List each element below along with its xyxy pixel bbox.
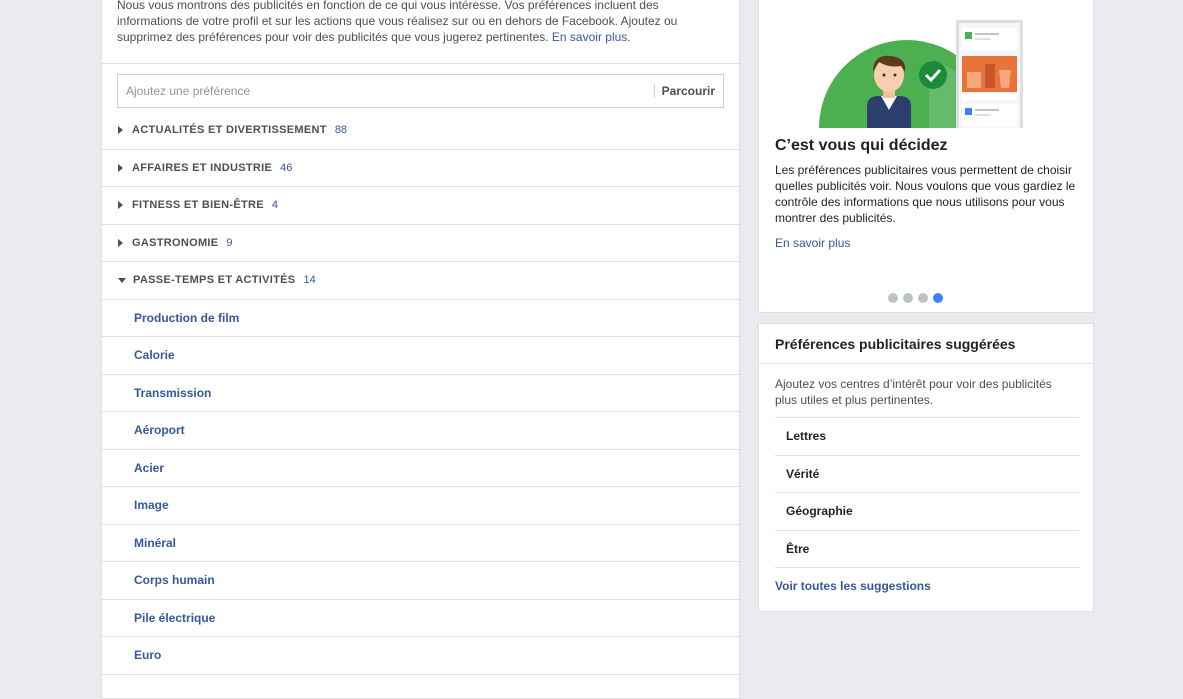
intro-section: Nous vous montrons des publicités en fon… xyxy=(102,0,739,64)
category-count: 9 xyxy=(226,236,233,249)
carousel-dots xyxy=(888,293,943,303)
triangle-down-icon xyxy=(118,277,126,283)
category-label: AFFAIRES ET INDUSTRIE xyxy=(132,161,273,174)
preference-item[interactable]: Image xyxy=(102,487,739,525)
preference-item[interactable]: Aéroport xyxy=(102,412,739,450)
carousel-dot-active[interactable] xyxy=(933,293,943,303)
category-hobbies-activities[interactable]: PASSE-TEMPS ET ACTIVITÉS 14 xyxy=(102,262,739,300)
ad-preferences-panel: Nous vous montrons des publicités en fon… xyxy=(101,0,740,699)
suggestion-item[interactable]: Vérité xyxy=(775,456,1079,493)
triangle-right-icon xyxy=(118,163,123,172)
preference-item[interactable]: Acier xyxy=(102,450,739,487)
preference-item[interactable]: Production de film xyxy=(102,300,739,337)
category-fitness-wellness[interactable]: FITNESS ET BIEN-ÊTRE 4 xyxy=(102,187,739,225)
suggestion-item[interactable]: Lettres xyxy=(775,418,1079,456)
category-label: GASTRONOMIE xyxy=(132,236,219,249)
suggestion-item[interactable]: Géographie xyxy=(775,493,1079,531)
search-box: Parcourir xyxy=(117,74,724,108)
category-label: ACTUALITÉS ET DIVERTISSEMENT xyxy=(132,124,327,137)
preference-search-input[interactable] xyxy=(118,75,654,107)
promo-card: C’est vous qui décidez Les préférences p… xyxy=(758,0,1094,313)
category-count: 4 xyxy=(271,199,279,212)
triangle-right-icon xyxy=(118,238,123,247)
suggestion-item[interactable]: Être xyxy=(775,531,1079,568)
promo-title: C’est vous qui décidez xyxy=(775,137,948,154)
category-count: 88 xyxy=(334,124,348,137)
carousel-dot[interactable] xyxy=(903,293,913,303)
promo-description: Les préférences publicitaires vous perme… xyxy=(775,163,1076,225)
suggestions-description: Ajoutez vos centres d’intérêt pour voir … xyxy=(775,364,1079,418)
category-business-industry[interactable]: AFFAIRES ET INDUSTRIE 46 xyxy=(102,150,739,187)
suggestions-title: Préférences publicitaires suggérées xyxy=(759,324,1093,364)
search-section: Parcourir xyxy=(102,64,739,112)
user-control-illustration xyxy=(819,20,1023,128)
category-food[interactable]: GASTRONOMIE 9 xyxy=(102,225,739,262)
preference-item[interactable]: Transmission xyxy=(102,375,739,412)
category-count: 14 xyxy=(303,274,316,287)
category-label: PASSE-TEMPS ET ACTIVITÉS xyxy=(133,274,296,287)
preference-item[interactable]: Minéral xyxy=(102,525,739,562)
triangle-right-icon xyxy=(118,126,123,135)
category-news-entertainment[interactable]: ACTUALITÉS ET DIVERTISSEMENT 88 xyxy=(102,112,739,150)
promo-learn-more-link[interactable]: En savoir plus xyxy=(775,236,850,250)
intro-paragraph: Nous vous montrons des publicités en fon… xyxy=(117,0,724,45)
carousel-dot[interactable] xyxy=(888,293,898,303)
triangle-right-icon xyxy=(118,201,123,210)
suggested-preferences-card: Préférences publicitaires suggérées Ajou… xyxy=(758,323,1094,612)
carousel-dot[interactable] xyxy=(918,293,928,303)
preference-item[interactable]: Corps humain xyxy=(102,562,739,600)
browse-button[interactable]: Parcourir xyxy=(655,75,723,107)
preference-item[interactable]: Calorie xyxy=(102,337,739,375)
category-label: FITNESS ET BIEN-ÊTRE xyxy=(132,199,264,212)
category-count: 46 xyxy=(280,161,293,174)
preference-item[interactable]: Pile électrique xyxy=(102,600,739,637)
see-all-suggestions-link[interactable]: Voir toutes les suggestions xyxy=(775,579,1077,593)
intro-learn-more-link[interactable]: En savoir plus. xyxy=(552,30,631,44)
preference-item[interactable]: Euro xyxy=(102,637,739,675)
